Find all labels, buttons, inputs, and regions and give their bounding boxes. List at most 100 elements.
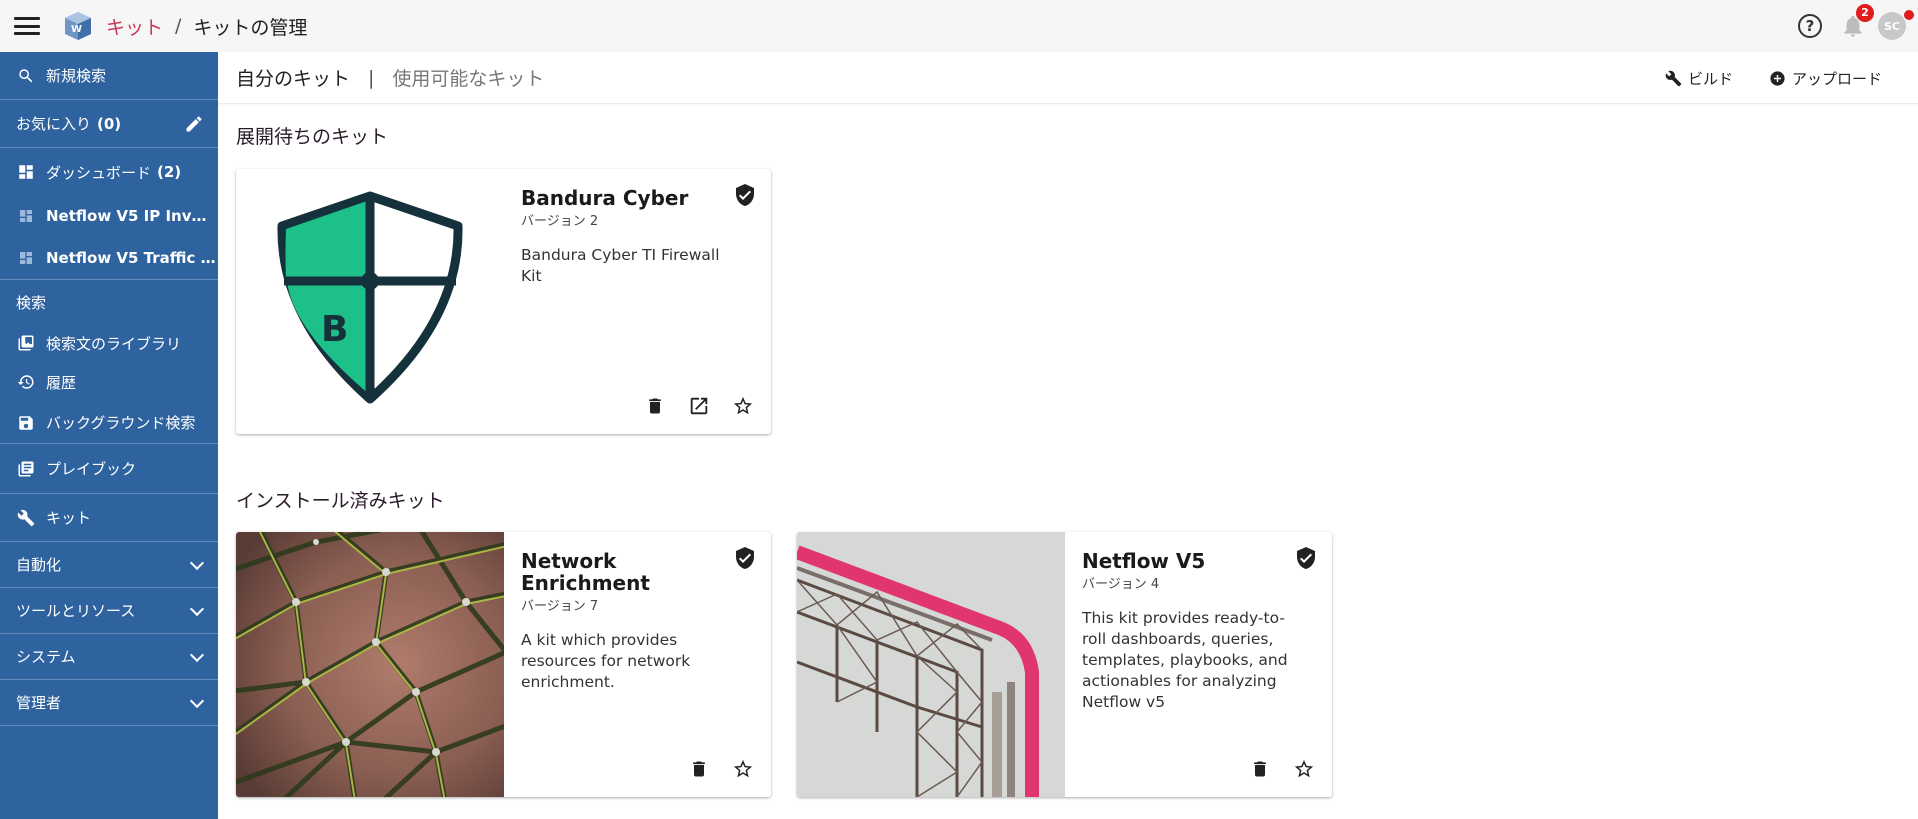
sidebar-group-system[interactable]: システム bbox=[0, 634, 218, 680]
pipeline-bridge-image bbox=[797, 532, 1065, 797]
main-content: 自分のキット | 使用可能なキット ビルド アップロード 展開待ちのキット B … bbox=[218, 52, 1918, 819]
section-title-installed: インストール済みキット bbox=[236, 490, 445, 512]
upload-label: アップロード bbox=[1791, 69, 1882, 88]
wrench-icon bbox=[1665, 70, 1682, 87]
sidebar-item-dashboards[interactable]: ダッシュボード (2) bbox=[0, 148, 218, 196]
kit-card-netflow-v5[interactable]: Netflow V5 バージョン 4 This kit provides rea… bbox=[797, 532, 1332, 797]
star-outline-icon bbox=[1294, 759, 1314, 778]
rope-net-image bbox=[236, 532, 517, 797]
sidebar-item-label: 検索文のライブラリ bbox=[46, 334, 182, 353]
sidebar-item-label: Netflow V5 IP Investigation bbox=[46, 207, 216, 225]
sidebar-item-label: Netflow V5 Traffic Overview bbox=[46, 248, 216, 267]
sidebar-item-label: バックグラウンド検索 bbox=[46, 414, 196, 432]
tab-separator: | bbox=[368, 66, 375, 89]
edit-icon[interactable] bbox=[184, 114, 204, 138]
sidebar-item-history[interactable]: 履歴 bbox=[0, 362, 218, 402]
sidebar-item-label: 履歴 bbox=[46, 373, 77, 392]
verified-shield-icon bbox=[733, 183, 757, 211]
favorite-button[interactable] bbox=[729, 755, 757, 783]
history-icon bbox=[16, 372, 36, 392]
kit-image: B bbox=[236, 169, 504, 434]
kit-image bbox=[797, 532, 1065, 797]
sidebar-item-label: システム bbox=[16, 648, 76, 666]
dashboard-icon bbox=[16, 248, 36, 268]
shield-logo-letter: B bbox=[321, 309, 348, 350]
search-icon bbox=[16, 66, 36, 86]
sidebar-item-dashboard-netflow-ip[interactable]: Netflow V5 IP Investigation bbox=[0, 196, 218, 236]
notifications-button[interactable]: 2 bbox=[1840, 4, 1874, 39]
kit-version: バージョン 7 bbox=[521, 599, 599, 614]
menu-icon[interactable] bbox=[14, 17, 40, 35]
top-bar: W キット / キットの管理 ? 2 SC bbox=[0, 0, 1918, 52]
deploy-button[interactable] bbox=[685, 392, 713, 420]
playbook-icon bbox=[16, 459, 36, 479]
wrench-icon bbox=[16, 508, 36, 528]
svg-text:W: W bbox=[71, 24, 82, 35]
sidebar-item-new-search[interactable]: 新規検索 bbox=[0, 52, 218, 100]
avatar-status-dot bbox=[1904, 10, 1914, 20]
kit-title: Netflow V5 bbox=[1082, 549, 1206, 573]
section-title-staged: 展開待ちのキット bbox=[236, 126, 389, 148]
breadcrumb-kits-link[interactable]: キット bbox=[106, 13, 163, 40]
sidebar-item-background-search[interactable]: バックグラウンド検索 bbox=[0, 402, 218, 444]
build-button[interactable]: ビルド bbox=[1665, 68, 1733, 89]
kit-card-network-enrichment[interactable]: Network Enrichment バージョン 7 A kit which p… bbox=[236, 532, 771, 797]
breadcrumb-separator: / bbox=[175, 15, 182, 37]
avatar-initials: SC bbox=[1884, 19, 1900, 33]
dashboard-icon bbox=[16, 162, 36, 182]
sidebar-section-search: 検索 bbox=[0, 280, 218, 324]
library-icon bbox=[16, 333, 36, 353]
app-logo-icon[interactable]: W bbox=[62, 10, 94, 42]
kit-title: Bandura Cyber bbox=[521, 186, 689, 210]
notification-count-badge: 2 bbox=[1856, 4, 1874, 22]
delete-button[interactable] bbox=[1246, 755, 1274, 783]
tab-available-kits[interactable]: 使用可能なキット bbox=[392, 64, 544, 91]
sidebar-item-label: プレイブック bbox=[46, 460, 137, 478]
sidebar-section-label: 検索 bbox=[16, 293, 47, 312]
kit-title: Network Enrichment bbox=[521, 549, 650, 595]
favorites-count: (0) bbox=[97, 114, 122, 133]
kit-image bbox=[236, 532, 517, 797]
upload-button[interactable]: アップロード bbox=[1769, 68, 1882, 89]
chevron-down-icon bbox=[189, 555, 205, 570]
help-icon[interactable]: ? bbox=[1798, 14, 1822, 38]
trash-icon bbox=[1254, 761, 1266, 777]
chevron-down-icon bbox=[189, 601, 205, 616]
sidebar-group-automation[interactable]: 自動化 bbox=[0, 542, 218, 588]
star-outline-icon bbox=[733, 396, 753, 415]
chevron-down-icon bbox=[189, 647, 205, 662]
favorite-button[interactable] bbox=[729, 392, 757, 420]
verified-shield-icon bbox=[1294, 546, 1318, 574]
sidebar: 新規検索 お気に入り (0) ダッシュボード (2) Netflow V5 IP… bbox=[0, 52, 218, 819]
sidebar-item-label: キット bbox=[46, 509, 92, 527]
kit-version: バージョン 2 bbox=[521, 214, 599, 229]
open-in-new-icon bbox=[690, 397, 708, 415]
chevron-down-icon bbox=[189, 693, 205, 708]
sidebar-item-label: 管理者 bbox=[16, 694, 62, 712]
sidebar-group-admin[interactable]: 管理者 bbox=[0, 680, 218, 726]
page-title: キットの管理 bbox=[193, 16, 308, 39]
kit-description: Bandura Cyber TI Firewall Kit bbox=[521, 246, 720, 285]
user-avatar[interactable]: SC bbox=[1878, 10, 1914, 40]
kit-tabs: 自分のキット | 使用可能なキット ビルド アップロード bbox=[218, 52, 1918, 104]
sidebar-item-label: お気に入り bbox=[16, 115, 92, 133]
sidebar-item-kits[interactable]: キット bbox=[0, 494, 218, 542]
kit-description: A kit which provides resources for netwo… bbox=[521, 631, 691, 691]
sidebar-item-search-library[interactable]: 検索文のライブラリ bbox=[0, 324, 218, 362]
trash-icon bbox=[693, 761, 705, 777]
sidebar-item-label: 自動化 bbox=[16, 556, 62, 574]
breadcrumb: キット / キットの管理 bbox=[106, 13, 307, 40]
sidebar-item-dashboard-netflow-traffic[interactable]: Netflow V5 Traffic Overview bbox=[0, 236, 218, 280]
favorite-button[interactable] bbox=[1290, 755, 1318, 783]
add-circle-icon bbox=[1769, 70, 1786, 87]
kit-card-bandura-cyber[interactable]: B Bandura Cyber バージョン 2 Bandura Cyber TI… bbox=[236, 169, 771, 434]
sidebar-item-favorites[interactable]: お気に入り (0) bbox=[0, 100, 218, 148]
tab-my-kits[interactable]: 自分のキット bbox=[236, 64, 350, 91]
save-icon bbox=[16, 413, 36, 433]
build-label: ビルド bbox=[1687, 69, 1733, 88]
sidebar-item-playbooks[interactable]: プレイブック bbox=[0, 444, 218, 494]
verified-shield-icon bbox=[733, 546, 757, 574]
sidebar-group-tools[interactable]: ツールとリソース bbox=[0, 588, 218, 634]
delete-button[interactable] bbox=[685, 755, 713, 783]
delete-button[interactable] bbox=[641, 392, 669, 420]
